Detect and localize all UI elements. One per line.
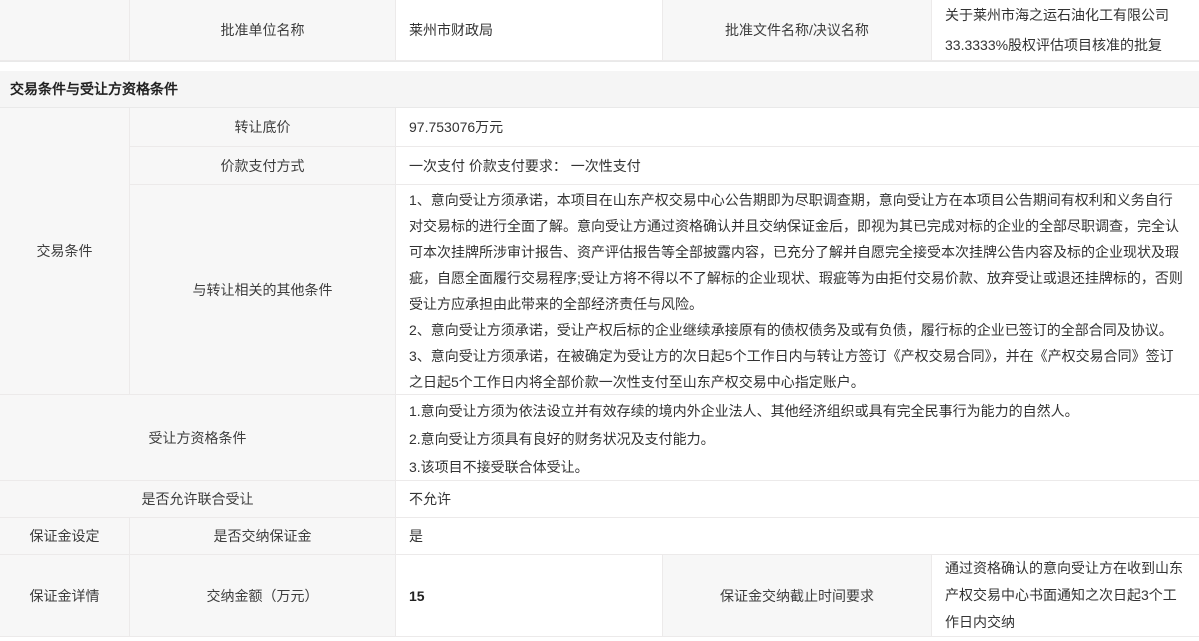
property-listing-page: 批准单位名称 莱州市财政局 批准文件名称/决议名称 关于莱州市海之运石油化工有限… (0, 0, 1199, 637)
other-conditions-paragraph-2: 2、意向受让方须承诺，受让产权后标的企业继续承接原有的债权债务及或有负债，履行标… (409, 317, 1184, 343)
deposit-deadline-value: 通过资格确认的意向受让方在收到山东产权交易中心书面通知之次日起3个工作日内交纳 (932, 555, 1199, 637)
other-conditions-label: 与转让相关的其他条件 (130, 185, 396, 395)
payment-method-label: 价款支付方式 (130, 147, 396, 185)
qualification-line-1: 1.意向受让方须为依法设立并有效存续的境内外企业法人、其他经济组织或具有完全民事… (409, 397, 1184, 425)
deposit-deadline-label: 保证金交纳截止时间要求 (663, 555, 932, 637)
trade-conditions-group-label: 交易条件 (0, 108, 130, 395)
transfer-price-label: 转让底价 (130, 108, 396, 147)
section-title: 交易条件与受让方资格条件 (10, 79, 178, 99)
deposit-setting-group-label: 保证金设定 (0, 518, 130, 555)
deposit-amount-label: 交纳金额（万元） (130, 555, 396, 637)
other-conditions-paragraph-3: 3、意向受让方须承诺，在被确定为受让方的次日起5个工作日内与转让方签订《产权交易… (409, 343, 1184, 395)
payment-method-value: 一次支付 价款支付要求： 一次性支付 (396, 147, 1199, 185)
joint-transfer-label: 是否允许联合受让 (0, 481, 396, 518)
transfer-price-value: 97.753076万元 (396, 108, 1199, 147)
section-header: 交易条件与受让方资格条件 (0, 71, 1199, 108)
approval-unit-value: 莱州市财政局 (396, 0, 663, 61)
other-conditions-value: 1、意向受让方须承诺，本项目在山东产权交易中心公告期即为尽职调查期，意向受让方在… (396, 185, 1199, 395)
approval-unit-label: 批准单位名称 (130, 0, 396, 61)
qualification-line-3: 3.该项目不接受联合体受让。 (409, 453, 1184, 481)
deposit-amount-value: 15 (396, 555, 663, 637)
deposit-required-value: 是 (396, 518, 1199, 555)
qualification-line-2: 2.意向受让方须具有良好的财务状况及支付能力。 (409, 425, 1184, 453)
deposit-required-label: 是否交纳保证金 (130, 518, 396, 555)
approval-doc-label: 批准文件名称/决议名称 (663, 0, 932, 61)
spacer (0, 62, 1199, 71)
conditions-table: 交易条件 转让底价 97.753076万元 价款支付方式 一次支付 价款支付要求… (0, 108, 1199, 637)
approval-doc-value: 关于莱州市海之运石油化工有限公司33.3333%股权评估项目核准的批复 (932, 0, 1199, 61)
other-conditions-paragraph-1: 1、意向受让方须承诺，本项目在山东产权交易中心公告期即为尽职调查期，意向受让方在… (409, 187, 1184, 317)
approval-info-table: 批准单位名称 莱州市财政局 批准文件名称/决议名称 关于莱州市海之运石油化工有限… (0, 0, 1199, 62)
approval-empty-cell (0, 0, 130, 61)
transferee-qualification-label: 受让方资格条件 (0, 395, 396, 481)
deposit-detail-group-label: 保证金详情 (0, 555, 130, 637)
transferee-qualification-value: 1.意向受让方须为依法设立并有效存续的境内外企业法人、其他经济组织或具有完全民事… (396, 395, 1199, 481)
joint-transfer-value: 不允许 (396, 481, 1199, 518)
